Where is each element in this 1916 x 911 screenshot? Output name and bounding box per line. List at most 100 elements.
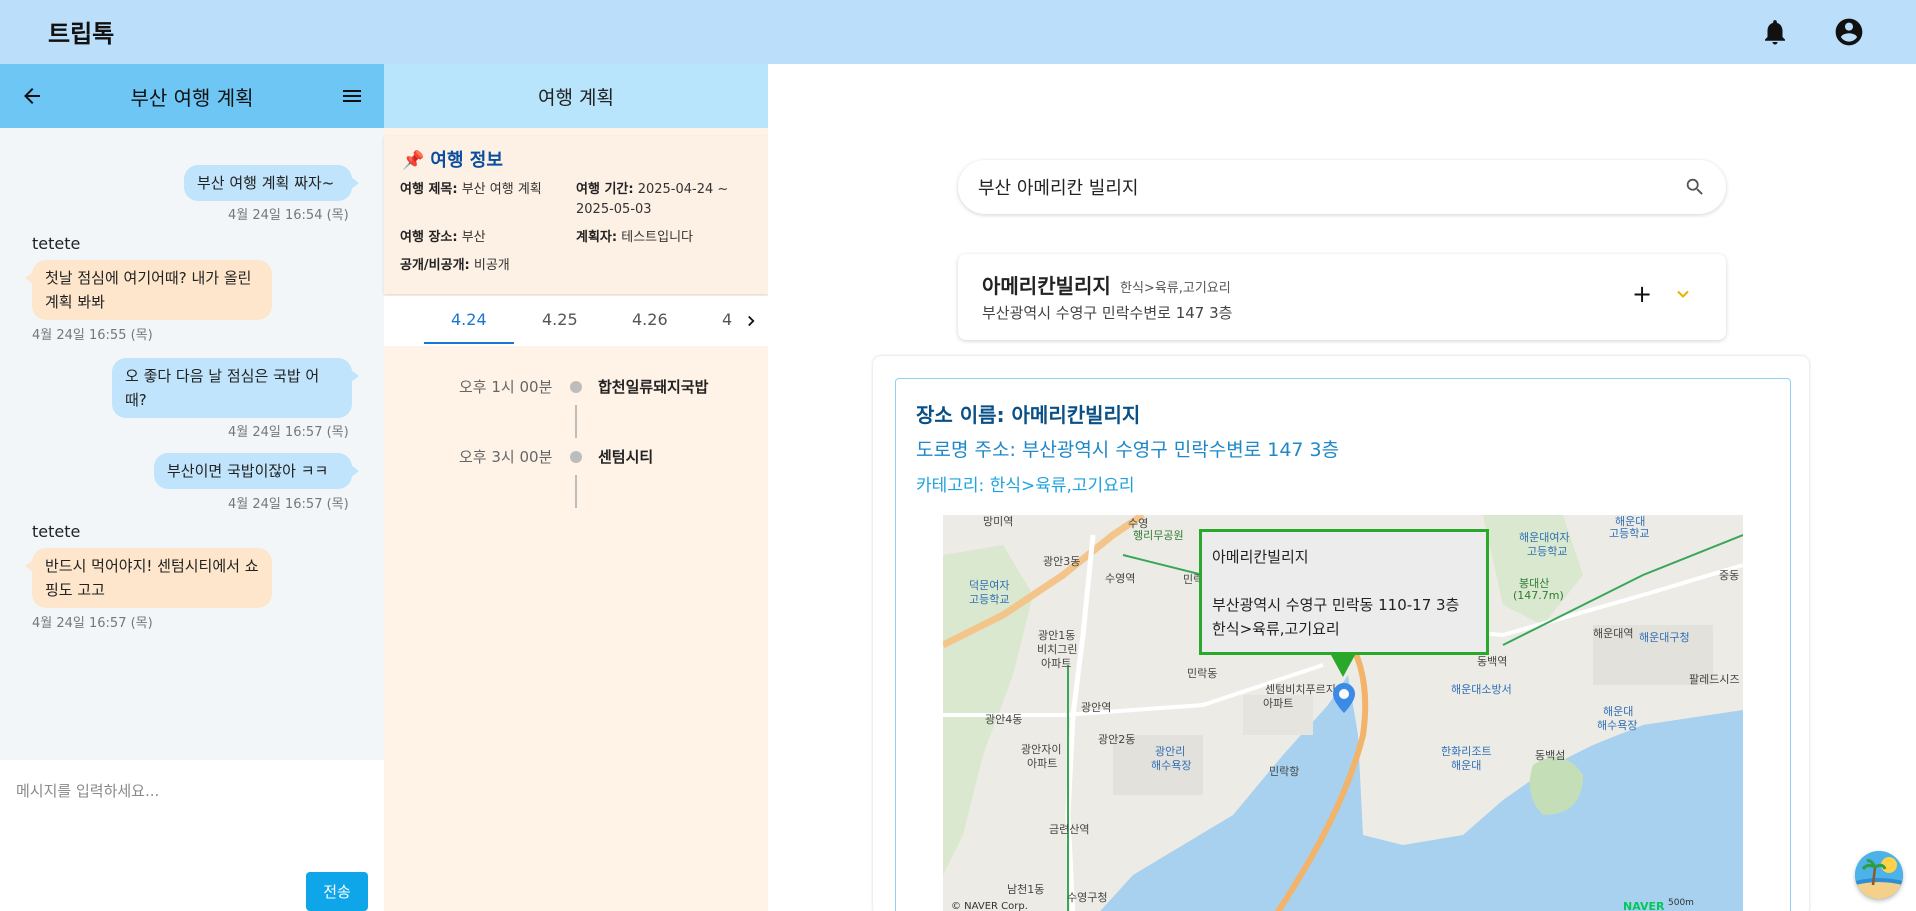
trip-info-card: 📌 여행 정보 여행 제목: 부산 여행 계획 여행 기간: 2025-04-24… xyxy=(384,136,768,294)
map-label: 수영구청 xyxy=(1067,891,1108,904)
popup-address: 부산광역시 수영구 민락동 110-17 3층 xyxy=(1212,596,1460,614)
chevron-down-icon[interactable] xyxy=(1673,284,1693,304)
search-box xyxy=(958,160,1726,214)
chevron-right-icon[interactable] xyxy=(742,312,760,330)
trip-visibility-field: 공개/비공개: 비공개 xyxy=(400,256,510,276)
chat-message-mine: 부산 여행 계획 짜자~ xyxy=(184,165,359,201)
tab-day-1[interactable]: 4.24 xyxy=(451,310,487,329)
schedule-place[interactable]: 센텀시티 xyxy=(598,446,653,467)
map-label: 해운대구청 xyxy=(1639,631,1690,644)
search-icon[interactable] xyxy=(1684,176,1706,198)
message-sender: tetete xyxy=(32,234,81,253)
map-label: 고등학교 xyxy=(1609,527,1650,540)
map-label: 광안4동 xyxy=(985,713,1023,726)
map-view[interactable]: 망미역 광안3동 수영 행리무공원 수영역 민락 덕문여자 고등학교 광안1동 … xyxy=(943,515,1743,911)
map-label: 광안2동 xyxy=(1098,733,1136,746)
tab-day-4[interactable]: 4 xyxy=(722,310,732,329)
message-timestamp: 4월 24일 16:57 (목) xyxy=(228,425,349,440)
timeline-line xyxy=(575,405,577,438)
result-category: 한식>육류,고기요리 xyxy=(1120,281,1231,296)
trip-place-value: 부산 xyxy=(461,230,486,245)
tab-day-2[interactable]: 4.25 xyxy=(542,310,578,329)
tab-day-3[interactable]: 4.26 xyxy=(632,310,668,329)
map-marker-icon[interactable] xyxy=(1333,683,1355,713)
trip-period-field: 여행 기간: 2025-04-24 ~ 2025-05-03 xyxy=(576,180,756,220)
trip-title-label: 여행 제목: xyxy=(400,182,458,197)
map-label: 남천1동 xyxy=(1007,883,1045,896)
message-input[interactable] xyxy=(0,760,384,860)
trip-period-label: 여행 기간: xyxy=(576,182,634,197)
place-search-panel: 아메리칸빌리지 한식>육류,고기요리 부산광역시 수영구 민락수변로 147 3… xyxy=(768,64,1916,911)
popup-tail xyxy=(1331,655,1355,677)
map-label: 광안역 xyxy=(1081,701,1112,714)
plan-header: 여행 계획 xyxy=(384,64,768,128)
map-info-popup: 아메리칸빌리지 부산광역시 수영구 민락동 110-17 3층 한식>육류,고기… xyxy=(1199,529,1489,655)
chat-message-mine: 부산이면 국밥이잖아 ㅋㅋ xyxy=(154,453,359,489)
map-label: 팔레드시즈 xyxy=(1689,673,1740,686)
message-timestamp: 4월 24일 16:55 (목) xyxy=(32,328,153,343)
chat-message-mine: 오 좋다 다음 날 점심은 국밥 어때? xyxy=(112,358,359,418)
trip-planner-field: 계획자: 테스트입니다 xyxy=(576,228,693,248)
map-label: 해수욕장 xyxy=(1597,719,1638,732)
trip-place-field: 여행 장소: 부산 xyxy=(400,228,486,248)
schedule-time: 오후 1시 00분 xyxy=(459,378,553,396)
message-timestamp: 4월 24일 16:57 (목) xyxy=(228,497,349,512)
map-label: 해운대소방서 xyxy=(1451,683,1512,696)
active-tab-indicator xyxy=(424,342,514,344)
app-bar: 트립톡 xyxy=(0,0,1916,64)
map-label: 수영역 xyxy=(1105,572,1136,585)
timeline-dot xyxy=(570,381,582,393)
plan-title: 여행 계획 xyxy=(538,87,614,109)
chatbot-avatar-button[interactable] xyxy=(1855,851,1903,899)
naver-logo: NAVER xyxy=(1623,900,1665,911)
map-copyright: © NAVER Corp. xyxy=(951,901,1028,911)
map-label: 광안3동 xyxy=(1043,555,1081,568)
map-label: 동백섬 xyxy=(1535,749,1566,762)
map-label: 해운대 xyxy=(1451,759,1482,772)
schedule-place[interactable]: 합천일류돼지국밥 xyxy=(598,376,708,397)
map-label: 해운대역 xyxy=(1593,627,1634,640)
trip-visibility-value: 비공개 xyxy=(473,258,510,273)
map-label: 금련산역 xyxy=(1049,823,1090,836)
map-label: 행리무공원 xyxy=(1133,529,1184,542)
send-button[interactable]: 전송 xyxy=(306,872,368,911)
trip-title-value: 부산 여행 계획 xyxy=(461,182,542,197)
trip-info-heading-text: 여행 정보 xyxy=(430,150,503,171)
trip-place-label: 여행 장소: xyxy=(400,230,458,245)
message-timestamp: 4월 24일 16:54 (목) xyxy=(228,208,349,223)
menu-icon[interactable] xyxy=(340,84,364,108)
search-result-card[interactable]: 아메리칸빌리지 한식>육류,고기요리 부산광역시 수영구 민락수변로 147 3… xyxy=(958,254,1726,340)
popup-place-name: 아메리칸빌리지 xyxy=(1212,548,1309,566)
chat-title: 부산 여행 계획 xyxy=(130,86,254,110)
map-label: (147.7m) xyxy=(1513,589,1564,602)
map-label: 고등학교 xyxy=(1527,545,1568,558)
map-label: 중동 xyxy=(1719,569,1740,582)
account-icon[interactable] xyxy=(1833,16,1865,48)
detail-road-address: 도로명 주소: 부산광역시 수영구 민락수변로 147 3층 xyxy=(916,439,1340,461)
chat-panel: 부산 여행 계획 부산 여행 계획 짜자~ 4월 24일 16:54 (목) t… xyxy=(0,64,384,911)
map-label: 고등학교 xyxy=(969,593,1010,606)
map-label: 해수욕장 xyxy=(1151,759,1192,772)
chat-message-theirs: 첫날 점심에 여기어때? 내가 올린 계획 봐봐 xyxy=(25,260,272,320)
message-sender: tetete xyxy=(32,522,81,541)
map-label: 망미역 xyxy=(983,515,1014,528)
map-label: 민락항 xyxy=(1269,765,1300,778)
chat-header: 부산 여행 계획 xyxy=(0,64,384,128)
app-title[interactable]: 트립톡 xyxy=(48,14,114,49)
map-label: 아파트 xyxy=(1041,657,1072,670)
schedule-time: 오후 3시 00분 xyxy=(459,448,553,466)
trip-info-heading: 📌 여행 정보 xyxy=(402,146,503,172)
bell-icon[interactable] xyxy=(1760,17,1790,47)
pin-icon: 📌 xyxy=(402,150,425,171)
trip-planner-label: 계획자: xyxy=(576,230,618,245)
timeline-dot xyxy=(570,451,582,463)
chat-message-theirs: 반드시 먹어야지! 센텀시티에서 쇼핑도 고고 xyxy=(25,548,272,608)
map-scale: 500m xyxy=(1668,898,1694,908)
plan-panel: 여행 계획 📌 여행 정보 여행 제목: 부산 여행 계획 여행 기간: 2025… xyxy=(384,64,768,911)
search-input[interactable] xyxy=(978,160,1658,214)
detail-place-name: 장소 이름: 아메리칸빌리지 xyxy=(916,403,1141,427)
place-detail-card: 장소 이름: 아메리칸빌리지 도로명 주소: 부산광역시 수영구 민락수변로 1… xyxy=(895,378,1791,911)
plus-icon[interactable]: + xyxy=(1628,280,1656,308)
message-timestamp: 4월 24일 16:57 (목) xyxy=(32,616,153,631)
map-label: 동백역 xyxy=(1477,655,1508,668)
